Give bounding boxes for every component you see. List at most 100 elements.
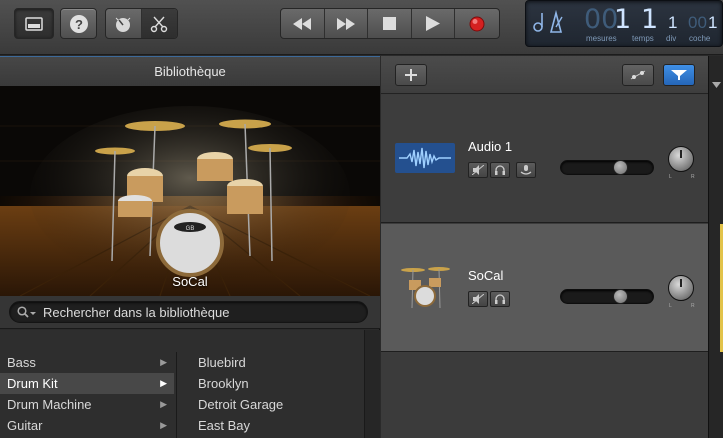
transport-controls (280, 8, 500, 39)
library-title: Bibliothèque (0, 56, 380, 86)
instrument-preview: GB SoCal (0, 86, 380, 296)
automation-button[interactable] (622, 64, 654, 86)
track-row[interactable]: Audio 1 L R (381, 95, 708, 223)
bars-label: mesures (586, 34, 617, 43)
pan-knob[interactable] (668, 275, 694, 301)
fast-forward-icon (336, 17, 355, 30)
div-label: div (666, 34, 677, 43)
stop-icon (383, 17, 397, 30)
input-monitor-button[interactable] (516, 162, 536, 178)
category-item-selected[interactable]: Drum Kit ▶ (0, 373, 174, 394)
category-label: Bass (7, 355, 36, 370)
stop-button[interactable] (368, 9, 412, 38)
category-label: Drum Kit (7, 376, 58, 391)
knob-icon (115, 17, 131, 32)
library-browser: Bass ▶ Drum Kit ▶ Drum Machine ▶ Guitar ▶ Bl… (0, 330, 380, 438)
waveform-icon (395, 143, 455, 173)
preview-instrument-name: SoCal (172, 274, 208, 289)
beat-label: temps (632, 34, 654, 43)
category-label: Guitar (7, 418, 43, 433)
automation-icon (630, 70, 646, 80)
chevron-right-icon: ▶ (160, 399, 167, 409)
rewind-button[interactable] (281, 9, 325, 38)
metronome-icon (533, 10, 563, 33)
play-button[interactable] (412, 9, 456, 38)
speaker-mute-icon (472, 165, 484, 175)
svg-text:GB: GB (186, 226, 195, 232)
kit-item[interactable]: Brooklyn (177, 373, 364, 394)
pan-knob[interactable] (668, 146, 694, 172)
kit-item[interactable]: East Bay (177, 415, 364, 436)
kit-item[interactable]: Detroit Garage (177, 394, 364, 415)
scissors-icon (151, 16, 168, 32)
volume-slider-thumb[interactable] (613, 289, 628, 304)
track-buttons (468, 291, 510, 307)
svg-text:?: ? (75, 17, 83, 32)
view-toggle-group (105, 8, 178, 39)
filter-button[interactable] (663, 64, 695, 86)
chevron-right-icon: ▶ (160, 420, 167, 430)
help-button[interactable]: ? (60, 8, 97, 39)
kit-item[interactable]: Bluebird (177, 352, 364, 373)
empty-track-area[interactable] (381, 353, 708, 438)
track-row-selected[interactable]: SoCal L R (381, 224, 708, 352)
tick-label: coche (689, 34, 711, 43)
track-name[interactable]: Audio 1 (468, 139, 512, 154)
plus-icon (405, 69, 417, 81)
category-item[interactable]: Bass ▶ (0, 352, 174, 373)
tracks-area: Audio 1 L R SoCal L R (381, 56, 723, 438)
input-monitor-icon (520, 165, 532, 175)
bars-value: 1 (614, 4, 632, 35)
beat-value: 1 (641, 4, 659, 35)
pan-right-label: R (691, 174, 695, 180)
kit-column: Bluebird Brooklyn Detroit Garage East Ba… (176, 352, 364, 438)
pan-left-label: L (669, 303, 672, 309)
rewind-icon (293, 17, 312, 30)
chevron-right-icon: ▶ (160, 378, 167, 388)
track-buttons (468, 162, 536, 178)
div-value: 1 (668, 13, 678, 32)
column-scroll-area[interactable] (364, 330, 380, 438)
search-icon (17, 306, 36, 318)
scroll-arrow-icon (712, 82, 721, 88)
search-placeholder: Rechercher dans la bibliothèque (43, 305, 230, 320)
drum-kit-image: GB (0, 86, 380, 296)
category-item[interactable]: Drum Machine ▶ (0, 394, 174, 415)
record-button[interactable] (455, 9, 499, 38)
solo-button[interactable] (490, 291, 510, 307)
track-name[interactable]: SoCal (468, 268, 503, 283)
question-icon: ? (69, 14, 88, 33)
tick-value: 1 (708, 13, 718, 32)
library-panel: Bibliothèque GB SoCal Rechercher dans la… (0, 56, 380, 438)
volume-slider[interactable] (560, 289, 654, 304)
library-button[interactable] (14, 8, 54, 39)
library-icon (25, 16, 43, 31)
volume-slider[interactable] (560, 160, 654, 175)
mute-button[interactable] (468, 162, 488, 178)
solo-button[interactable] (490, 162, 510, 178)
headphones-icon (495, 294, 505, 304)
drum-kit-icon (401, 267, 450, 309)
editors-button[interactable] (141, 9, 177, 38)
library-search-bar: Rechercher dans la bibliothèque (0, 296, 380, 329)
lcd-display[interactable]: 00 1 1 1 00 1 mesures temps div coche (525, 0, 723, 47)
headphones-icon (495, 165, 505, 175)
tick-leading-digits: 00 (688, 13, 707, 32)
volume-slider-thumb[interactable] (613, 160, 628, 175)
fast-forward-button[interactable] (325, 9, 369, 38)
garageband-window: ? 00 1 1 1 00 1 mesures temps div coche … (0, 0, 723, 438)
tracks-header (381, 56, 708, 94)
add-track-button[interactable] (395, 64, 427, 86)
category-column: Bass ▶ Drum Kit ▶ Drum Machine ▶ Guitar ▶ (0, 352, 174, 436)
category-label: Drum Machine (7, 397, 92, 412)
play-icon (426, 16, 441, 31)
smart-controls-button[interactable] (106, 9, 142, 38)
record-icon (469, 16, 485, 31)
category-item[interactable]: Guitar ▶ (0, 415, 174, 436)
pan-left-label: L (669, 174, 672, 180)
chevron-right-icon: ▶ (160, 357, 167, 367)
speaker-mute-icon (472, 294, 484, 304)
mute-button[interactable] (468, 291, 488, 307)
library-search-input[interactable]: Rechercher dans la bibliothèque (9, 301, 368, 323)
pan-right-label: R (691, 303, 695, 309)
